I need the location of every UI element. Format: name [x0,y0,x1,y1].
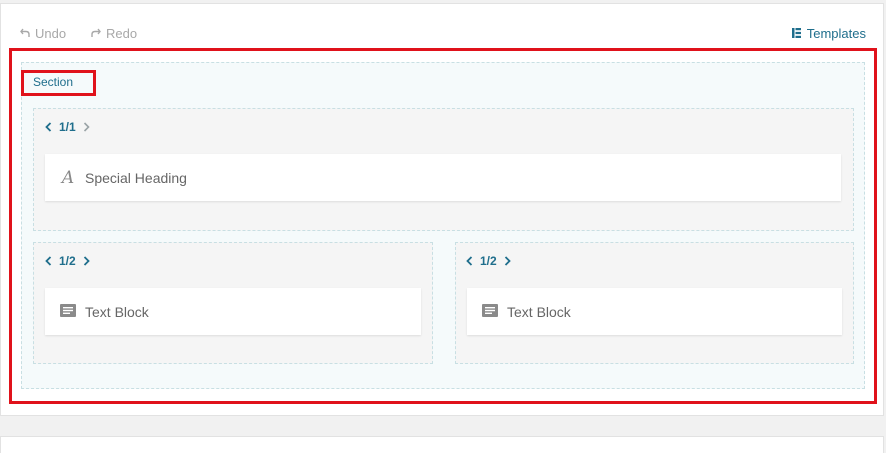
undo-label: Undo [35,25,67,41]
next-panel [0,436,884,453]
templates-icon [791,26,801,41]
redo-label: Redo [106,25,138,41]
templates-label: Templates [806,25,866,41]
undo-button[interactable]: Undo [20,24,66,42]
page-builder-canvas: Undo Redo Templates Section 1/1 A Specia… [0,0,886,453]
section-label[interactable]: Section [33,75,73,89]
redo-icon [91,28,101,38]
undo-icon [20,28,30,38]
redo-button[interactable]: Redo [91,24,137,42]
section-highlight-box [9,48,877,404]
templates-button[interactable]: Templates [791,24,866,42]
